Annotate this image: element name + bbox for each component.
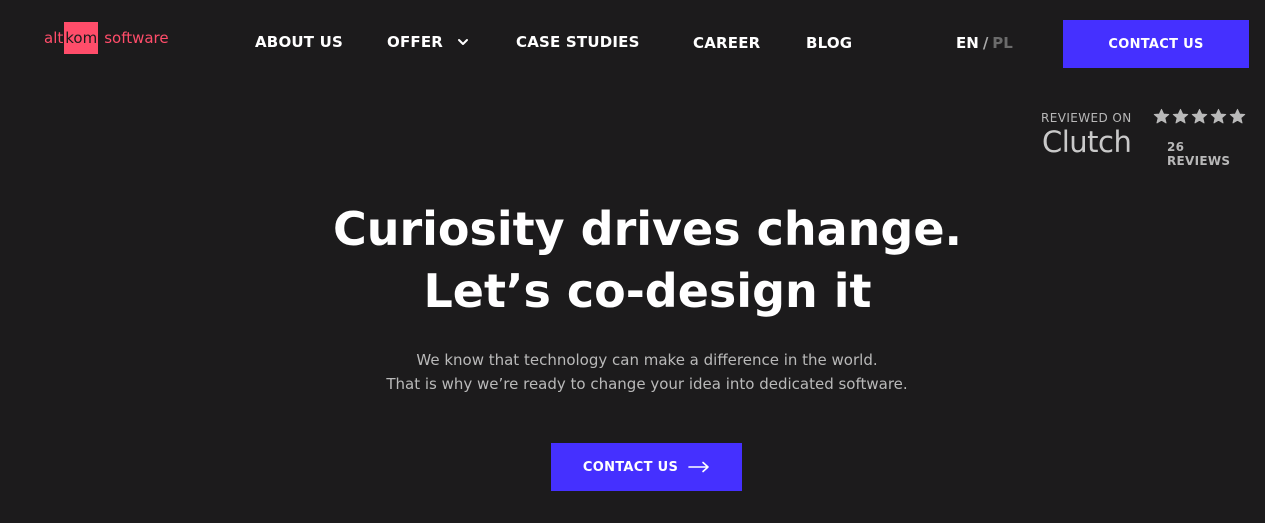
clutch-review-widget[interactable]: REVIEWED ON Clutch 26 REVIEWS — [1041, 108, 1251, 168]
star-icon — [1153, 108, 1170, 124]
hero-title: Curiosity drives change. Let’s co-design… — [0, 198, 1265, 322]
hero-contact-us-label: CONTACT US — [582, 459, 679, 475]
hero-subtitle-line-1: We know that technology can make a diffe… — [416, 351, 878, 369]
clutch-reviews-count[interactable]: 26 REVIEWS — [1167, 140, 1251, 168]
star-icon — [1210, 108, 1227, 124]
clutch-logo: Clutch — [1042, 125, 1132, 159]
clutch-rating-stars — [1153, 108, 1246, 125]
clutch-reviewed-on-label: REVIEWED ON — [1041, 111, 1132, 125]
star-icon — [1191, 108, 1208, 124]
nav-career[interactable]: CAREER — [693, 34, 760, 52]
nav-blog[interactable]: BLOG — [806, 34, 852, 52]
page: alt kom software ABOUT US OFFER CASE STU… — [0, 0, 1265, 523]
language-switcher: EN / PL — [956, 34, 1013, 52]
hero-subtitle-line-2: That is why we’re ready to change your i… — [386, 375, 908, 393]
chevron-down-icon[interactable] — [457, 36, 469, 48]
logo-text-kom: kom — [64, 22, 99, 54]
language-en[interactable]: EN — [956, 34, 979, 52]
nav-offer-label: OFFER — [387, 33, 444, 51]
language-pl[interactable]: PL — [992, 34, 1013, 52]
star-icon — [1229, 108, 1246, 124]
header-contact-us-button[interactable]: CONTACT US — [1063, 20, 1249, 68]
logo-text-software: software — [104, 29, 169, 47]
altkom-software-logo[interactable]: alt kom software — [44, 22, 169, 54]
nav-about-us[interactable]: ABOUT US — [255, 33, 343, 51]
language-separator: / — [982, 34, 989, 52]
logo-text-alt: alt — [44, 29, 64, 47]
nav-offer[interactable]: OFFER — [387, 33, 469, 51]
star-icon — [1172, 108, 1189, 124]
hero-subtitle: We know that technology can make a diffe… — [0, 348, 1265, 396]
arrow-right-icon — [688, 461, 709, 473]
hero-title-line-1: Curiosity drives change. — [332, 202, 963, 256]
hero-contact-us-button[interactable]: CONTACT US — [551, 443, 742, 491]
hero-title-line-2: Let’s co-design it — [423, 264, 872, 318]
nav-case-studies[interactable]: CASE STUDIES — [516, 33, 640, 51]
